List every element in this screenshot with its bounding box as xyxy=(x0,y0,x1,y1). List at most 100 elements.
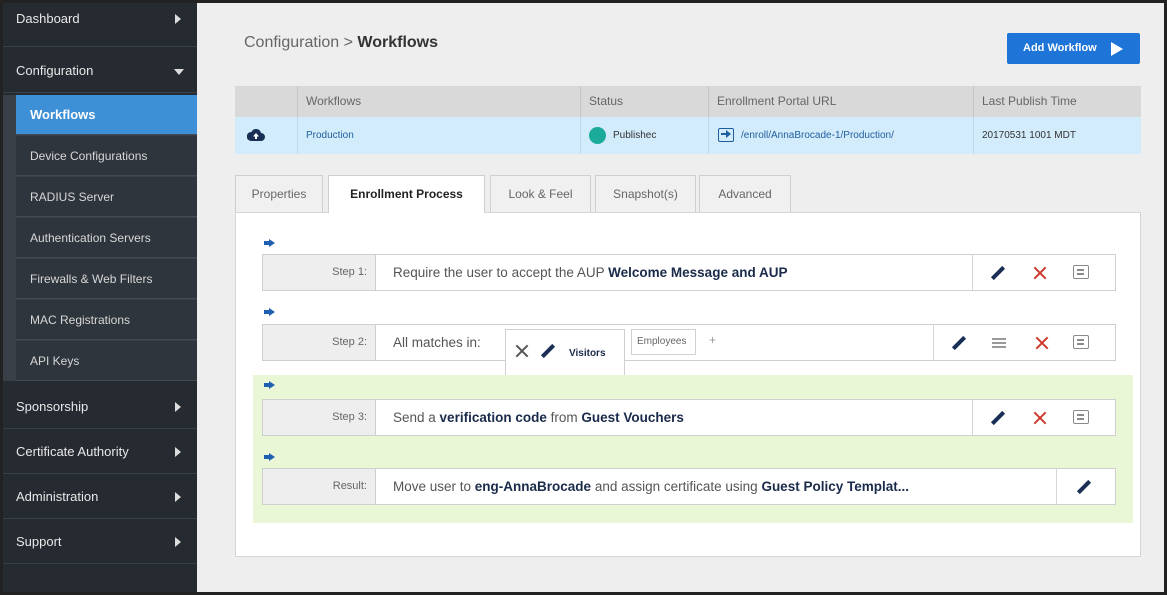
publish-time: 20170531 1001 MDT xyxy=(982,130,1076,141)
tab-enrollment-process[interactable]: Enrollment Process xyxy=(328,175,485,213)
workflows-table: Workflows Status Enrollment Portal URL L… xyxy=(235,86,1141,154)
step-1-link[interactable]: Welcome Message and AUP xyxy=(608,265,787,280)
close-icon[interactable] xyxy=(1035,336,1049,350)
portal-url-cell: /enroll/AnnaBrocade-1/Production/ xyxy=(708,117,973,154)
tab-label: Advanced xyxy=(718,187,772,201)
step-2-actions xyxy=(933,325,1116,360)
pencil-icon[interactable] xyxy=(951,335,967,351)
result-link-1[interactable]: eng-AnnaBrocade xyxy=(475,479,591,494)
breadcrumb-parent[interactable]: Configuration xyxy=(244,34,339,51)
column-header-status[interactable]: Status xyxy=(580,86,708,117)
comment-icon[interactable] xyxy=(1073,410,1089,424)
status-cell: Publishec xyxy=(580,117,708,154)
step-1-actions xyxy=(972,255,1116,290)
step-1-row: Step 1: Require the user to accept the A… xyxy=(262,254,1116,291)
sidebar-item-label: Administration xyxy=(16,489,99,504)
pencil-icon[interactable] xyxy=(540,343,556,359)
match-tab-label: Employees xyxy=(637,336,687,347)
match-tab-label: Visitors xyxy=(569,348,606,359)
sidebar-item-certificate-authority[interactable]: Certificate Authority xyxy=(3,430,197,474)
sidebar-item-support[interactable]: Support xyxy=(3,520,197,564)
workflow-name[interactable]: Production xyxy=(306,117,354,154)
result-link-2[interactable]: Guest Policy Templat... xyxy=(761,479,909,494)
arrow-right-icon xyxy=(1111,42,1123,56)
sidebar-item-label: Support xyxy=(16,534,62,549)
pencil-icon[interactable] xyxy=(990,410,1006,426)
arrow-right-icon xyxy=(264,308,276,316)
sidebar-item-label: Workflows xyxy=(30,107,96,122)
add-workflow-button[interactable]: Add Workflow xyxy=(1007,33,1140,64)
chevron-right-icon xyxy=(175,492,181,502)
sidebar-item-sponsorship[interactable]: Sponsorship xyxy=(3,385,197,429)
breadcrumb: Configuration > Workflows xyxy=(244,34,438,52)
sidebar-item-authentication-servers[interactable]: Authentication Servers xyxy=(16,218,197,258)
sidebar-item-label: Device Configurations xyxy=(30,149,148,163)
status-published-icon xyxy=(589,127,606,144)
breadcrumb-current: Workflows xyxy=(357,34,439,51)
main-content: Configuration > Workflows Add Workflow W… xyxy=(197,3,1164,592)
column-header-publish-time[interactable]: Last Publish Time xyxy=(973,86,1141,117)
tab-snapshots[interactable]: Snapshot(s) xyxy=(595,175,696,212)
sidebar-item-label: Dashboard xyxy=(16,11,80,26)
tab-properties[interactable]: Properties xyxy=(235,175,323,212)
sidebar-item-label: Certificate Authority xyxy=(16,444,129,459)
comment-icon[interactable] xyxy=(1073,335,1089,349)
step-3-actions xyxy=(972,400,1116,435)
sidebar-item-api-keys[interactable]: API Keys xyxy=(16,341,197,381)
sidebar-item-label: Firewalls & Web Filters xyxy=(30,272,153,286)
step-3-link-1[interactable]: verification code xyxy=(440,410,547,425)
chevron-right-icon xyxy=(175,402,181,412)
pencil-icon[interactable] xyxy=(990,265,1006,281)
result-actions xyxy=(1056,469,1116,504)
chevron-right-icon xyxy=(175,14,181,24)
portal-url-link[interactable]: /enroll/AnnaBrocade-1/Production/ xyxy=(741,117,894,154)
tab-label: Snapshot(s) xyxy=(613,187,678,201)
table-header: Workflows Status Enrollment Portal URL L… xyxy=(235,86,1141,117)
tab-look-feel[interactable]: Look & Feel xyxy=(490,175,591,212)
sidebar-item-configuration[interactable]: Configuration xyxy=(3,49,197,93)
column-header-workflows[interactable]: Workflows xyxy=(297,86,580,117)
sidebar-item-firewalls-web-filters[interactable]: Firewalls & Web Filters xyxy=(16,259,197,299)
sidebar-item-radius-server[interactable]: RADIUS Server xyxy=(16,177,197,217)
menu-icon[interactable] xyxy=(992,338,1006,348)
sidebar-item-device-configurations[interactable]: Device Configurations xyxy=(16,136,197,176)
sidebar-item-workflows[interactable]: Workflows xyxy=(16,95,197,135)
tab-advanced[interactable]: Advanced xyxy=(699,175,791,212)
chevron-right-icon xyxy=(175,537,181,547)
sidebar-item-dashboard[interactable]: Dashboard xyxy=(3,3,197,47)
step-label-text: Step 3: xyxy=(332,411,367,423)
tab-label: Enrollment Process xyxy=(350,187,463,201)
step-2-description: All matches in: xyxy=(393,335,481,350)
close-icon[interactable] xyxy=(1033,266,1047,280)
step-1-description: Require the user to accept the AUP Welco… xyxy=(393,255,787,290)
step-label: Step 2: xyxy=(263,325,376,360)
enrollment-process-panel: Step 1: Require the user to accept the A… xyxy=(235,212,1141,557)
publish-time-cell: 20170531 1001 MDT xyxy=(973,117,1141,154)
pencil-icon[interactable] xyxy=(1076,479,1092,495)
match-tab-employees[interactable]: Employees xyxy=(631,329,696,355)
sidebar-item-label: MAC Registrations xyxy=(30,313,131,327)
sidebar-item-mac-registrations[interactable]: MAC Registrations xyxy=(16,300,197,340)
step-label-text: Result: xyxy=(332,480,367,492)
step-text: Require the user to accept the AUP xyxy=(393,265,609,280)
comment-icon[interactable] xyxy=(1073,265,1089,279)
step-3-row: Step 3: Send a verification code from Gu… xyxy=(262,399,1116,436)
close-icon[interactable] xyxy=(515,344,529,358)
match-tab-visitors[interactable]: Visitors xyxy=(505,329,625,375)
close-icon[interactable] xyxy=(1033,411,1047,425)
chevron-right-icon xyxy=(175,447,181,457)
tab-label: Properties xyxy=(251,187,307,201)
step-label-text: Step 2: xyxy=(332,336,367,348)
cloud-upload-icon[interactable] xyxy=(247,128,265,142)
result-row: Result: Move user to eng-AnnaBrocade and… xyxy=(262,468,1116,505)
sidebar-item-administration[interactable]: Administration xyxy=(3,475,197,519)
column-header-label: Enrollment Portal URL xyxy=(717,94,837,108)
breadcrumb-separator: > xyxy=(343,34,353,51)
add-match-button[interactable]: + xyxy=(709,333,716,347)
table-row[interactable]: Production Publishec /enroll/AnnaBrocade… xyxy=(235,117,1141,154)
portal-link-icon[interactable] xyxy=(718,128,734,142)
step-3-link-2[interactable]: Guest Vouchers xyxy=(581,410,684,425)
add-workflow-label: Add Workflow xyxy=(1023,42,1097,54)
workflow-name-cell[interactable]: Production xyxy=(297,117,580,154)
column-header-portal-url[interactable]: Enrollment Portal URL xyxy=(708,86,973,117)
